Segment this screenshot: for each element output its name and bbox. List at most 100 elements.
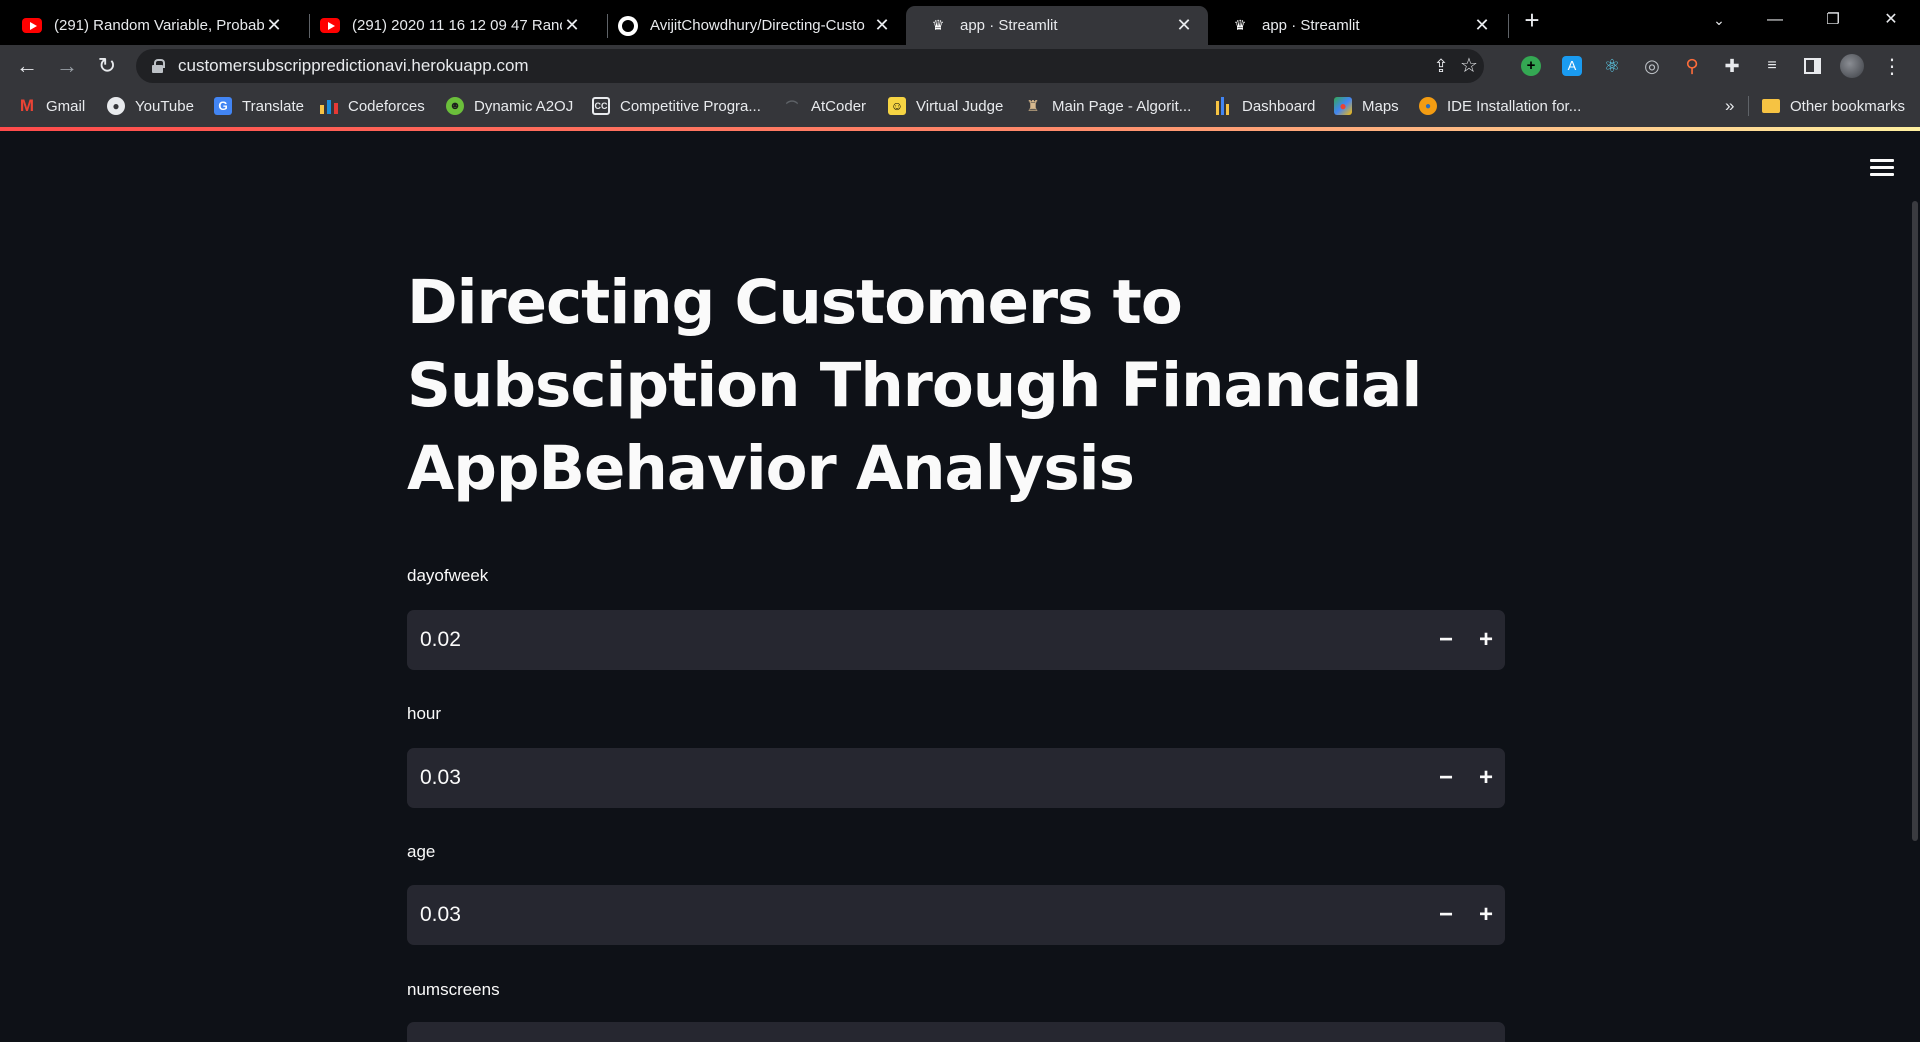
bookmarks-bar: M Gmail ● YouTube G Translate Codeforces…: [0, 86, 1920, 127]
forward-icon[interactable]: →: [50, 49, 84, 83]
globe-icon: ●: [107, 97, 125, 115]
bookmark-translate[interactable]: G Translate: [214, 86, 304, 126]
minimize-icon[interactable]: —: [1750, 0, 1800, 40]
browser-tab-active[interactable]: ♛ app · Streamlit ✕: [906, 6, 1208, 45]
browser-tab[interactable]: (291) 2020 11 16 12 09 47 Random ✕: [298, 6, 596, 45]
algorithms-icon: ♜: [1026, 98, 1040, 115]
codechef-icon: CC: [592, 97, 610, 115]
close-tab-icon[interactable]: ✕: [264, 15, 284, 36]
share-icon[interactable]: ⇪: [1426, 49, 1456, 83]
increment-button[interactable]: +: [1470, 624, 1502, 656]
close-tab-icon[interactable]: ✕: [872, 15, 892, 36]
close-window-icon[interactable]: ✕: [1866, 0, 1916, 40]
numscreens-number-input[interactable]: [407, 1022, 1505, 1042]
chrome-menu-icon[interactable]: ⋮: [1882, 54, 1902, 79]
bookmark-label: Virtual Judge: [916, 97, 1004, 115]
browser-tab-strip: (291) Random Variable, Probabilit ✕ (291…: [0, 0, 1920, 45]
bookmark-dashboard[interactable]: Dashboard: [1214, 86, 1315, 126]
extension-tool-icon[interactable]: ⚲: [1685, 56, 1698, 77]
tab-title: (291) Random Variable, Probabilit: [54, 17, 264, 34]
atcoder-icon: ⌒: [785, 99, 798, 114]
more-bookmarks-button[interactable]: »: [1725, 86, 1734, 126]
bookmark-atcoder[interactable]: ⌒ AtCoder: [783, 86, 866, 126]
browser-tab[interactable]: (291) Random Variable, Probabilit ✕: [0, 6, 298, 45]
close-tab-icon[interactable]: ✕: [562, 15, 582, 36]
gmail-icon: M: [19, 96, 35, 115]
bookmark-label: Translate: [242, 97, 304, 115]
bookmark-algorithms[interactable]: ♜ Main Page - Algorit...: [1024, 86, 1191, 126]
age-number-input[interactable]: 0.03 − +: [407, 885, 1505, 945]
side-panel-icon[interactable]: [1803, 58, 1821, 74]
input-value[interactable]: 0.03: [420, 885, 461, 945]
input-value[interactable]: 0.03: [420, 748, 461, 808]
dayofweek-number-input[interactable]: 0.02 − +: [407, 610, 1505, 670]
page-title: Directing Customers to Subsciption Throu…: [407, 267, 1422, 504]
codeforces-icon: [320, 97, 338, 115]
media-control-icon[interactable]: ≡: [1767, 57, 1776, 75]
browser-toolbar: ← → ↻ customersubscrippredictionavi.hero…: [0, 45, 1920, 86]
main-menu-icon[interactable]: [1870, 157, 1894, 177]
field-label-dayofweek: dayofweek: [407, 566, 489, 585]
bookmark-ide-installation[interactable]: ● IDE Installation for...: [1419, 86, 1581, 126]
close-tab-icon[interactable]: ✕: [1174, 15, 1194, 36]
bookmark-competitive[interactable]: CC Competitive Progra...: [592, 86, 761, 126]
increment-button[interactable]: +: [1470, 899, 1502, 931]
address-bar[interactable]: customersubscrippredictionavi.herokuapp.…: [136, 49, 1484, 83]
new-tab-icon[interactable]: +: [1518, 6, 1546, 34]
streamlit-app: Directing Customers to Subsciption Throu…: [0, 131, 1920, 1042]
bookmark-gmail[interactable]: M Gmail: [18, 86, 85, 126]
increment-button[interactable]: +: [1470, 762, 1502, 794]
bookmark-label: Maps: [1362, 97, 1399, 115]
decrement-button[interactable]: −: [1430, 762, 1462, 794]
decrement-button[interactable]: −: [1430, 899, 1462, 931]
field-label-age: age: [407, 842, 436, 861]
other-bookmarks[interactable]: Other bookmarks: [1762, 86, 1905, 126]
bookmark-label: Codeforces: [348, 97, 425, 115]
lock-icon: [152, 59, 165, 73]
github-icon: [618, 15, 638, 36]
extensions-puzzle-icon[interactable]: ✚: [1724, 56, 1739, 77]
streamlit-icon: ♛: [1233, 17, 1247, 33]
url-text[interactable]: customersubscrippredictionavi.herokuapp.…: [178, 49, 529, 83]
tab-search-icon[interactable]: ⌄: [1694, 0, 1744, 40]
bookmark-maps[interactable]: ● Maps: [1334, 86, 1399, 126]
tab-title: app · Streamlit: [1262, 17, 1360, 34]
bookmark-label: Main Page - Algorit...: [1052, 97, 1192, 115]
tab-title: app · Streamlit: [960, 17, 1058, 34]
page-scrollbar[interactable]: [1912, 201, 1918, 841]
extension-appstore-icon[interactable]: A: [1562, 56, 1582, 76]
extension-target-icon[interactable]: ◎: [1644, 56, 1660, 77]
youtube-icon: [320, 16, 340, 36]
browser-tab[interactable]: AvijitChowdhury/Directing-Custo ✕: [596, 6, 906, 45]
profile-avatar[interactable]: [1840, 54, 1864, 78]
extension-react-icon[interactable]: ⚛: [1604, 56, 1620, 77]
input-value[interactable]: 0.02: [420, 610, 461, 670]
field-label-hour: hour: [407, 704, 442, 723]
restore-icon[interactable]: ❐: [1808, 0, 1858, 40]
vjudge-icon: ☺: [888, 97, 906, 115]
bookmark-youtube[interactable]: ● YouTube: [107, 86, 194, 126]
folder-icon: [1762, 99, 1780, 113]
bookmark-vjudge[interactable]: ☺ Virtual Judge: [888, 86, 1003, 126]
bookmark-label: Dashboard: [1242, 97, 1316, 115]
translate-icon: G: [214, 97, 232, 115]
bookmark-a2oj[interactable]: ☻ Dynamic A2OJ: [446, 86, 573, 126]
bookmark-label: Other bookmarks: [1790, 97, 1906, 115]
bookmark-label: IDE Installation for...: [1447, 97, 1582, 115]
streamlit-icon: ♛: [931, 17, 945, 33]
bookmark-star-icon[interactable]: ☆: [1454, 49, 1484, 83]
back-icon[interactable]: ←: [10, 49, 44, 83]
bookmark-label: Competitive Progra...: [620, 97, 761, 115]
decrement-button[interactable]: −: [1430, 624, 1462, 656]
extension-add-icon[interactable]: +: [1521, 56, 1541, 76]
tab-title: (291) 2020 11 16 12 09 47 Random: [352, 17, 562, 34]
close-tab-icon[interactable]: ✕: [1472, 15, 1492, 36]
hour-number-input[interactable]: 0.03 − +: [407, 748, 1505, 808]
a2oj-icon: ☻: [446, 97, 464, 115]
bookmark-label: Dynamic A2OJ: [474, 97, 574, 115]
tab-title: AvijitChowdhury/Directing-Custo: [650, 17, 865, 34]
bookmark-codeforces[interactable]: Codeforces: [320, 86, 425, 126]
field-label-numscreens: numscreens: [407, 980, 500, 999]
browser-tab[interactable]: ♛ app · Streamlit ✕: [1208, 6, 1506, 45]
reload-icon[interactable]: ↻: [90, 49, 124, 83]
